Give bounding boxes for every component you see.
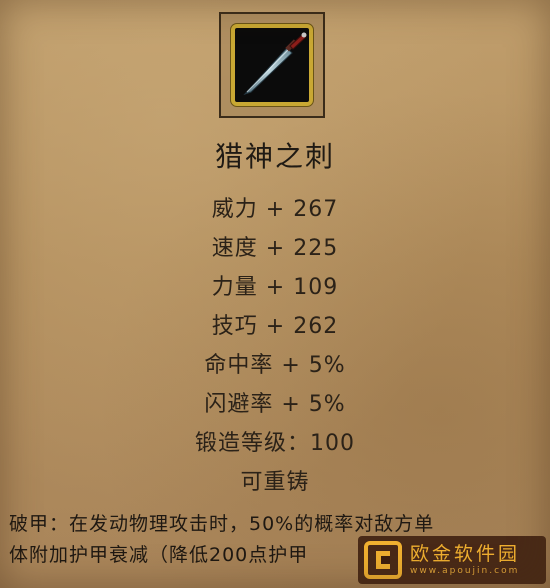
site-logo-icon bbox=[364, 541, 402, 579]
stat-reforgeable: 可重铸 bbox=[240, 470, 310, 495]
item-slot[interactable] bbox=[219, 12, 325, 118]
item-stats: 威力 + 267 速度 + 225 力量 + 109 技巧 + 262 命中率 … bbox=[0, 190, 550, 502]
stat-hit-rate: 命中率 + 5% bbox=[204, 353, 346, 378]
site-watermark: 欧金软件园 www.apoujin.com bbox=[358, 536, 546, 584]
item-tooltip-panel: 猎神之刺 威力 + 267 速度 + 225 力量 + 109 技巧 + 262… bbox=[0, 0, 550, 588]
stat-power: 威力 + 267 bbox=[211, 197, 339, 222]
item-name: 猎神之刺 bbox=[214, 140, 335, 173]
dagger-icon bbox=[231, 24, 313, 106]
stat-forge-level: 锻造等级：100 bbox=[195, 431, 355, 456]
watermark-name: 欧金软件园 bbox=[410, 543, 521, 565]
stat-dodge-rate: 闪避率 + 5% bbox=[204, 392, 346, 417]
stat-speed: 速度 + 225 bbox=[211, 236, 339, 261]
stat-skill: 技巧 + 262 bbox=[211, 314, 339, 339]
stat-strength: 力量 + 109 bbox=[211, 275, 339, 300]
watermark-url: www.apoujin.com bbox=[410, 566, 520, 576]
